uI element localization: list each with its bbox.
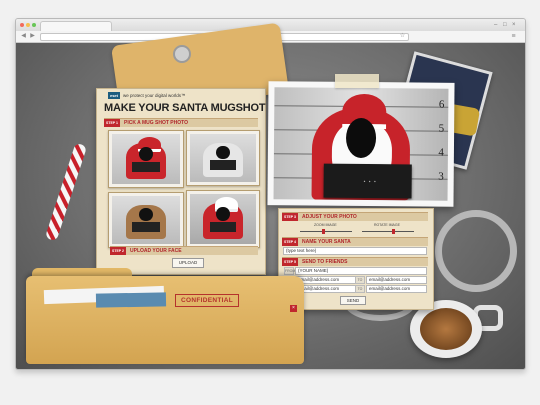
step-2-header: STEP 2 UPLOAD YOUR FACE [110, 246, 258, 255]
step-label: SEND TO FRIENDS [302, 259, 348, 265]
to-label: TO [355, 276, 365, 284]
folder-photo [95, 292, 167, 308]
face-placeholder[interactable] [345, 117, 377, 159]
step-label: NAME YOUR SANTA [302, 239, 351, 245]
zoom-slider[interactable] [300, 231, 352, 232]
step-5-header: STEP 5 SEND TO FRIENDS [282, 257, 428, 266]
mugshot-preview: 6 5 4 3 • • • [267, 81, 455, 207]
page-title: MAKE YOUR SANTA MUGSHOT [104, 102, 266, 114]
zoom-slider-knob[interactable] [322, 229, 326, 234]
step-number: STEP 5 [282, 258, 298, 266]
eset-logo[interactable]: eset [108, 92, 120, 99]
zoom-label: ZOOM IMAGE [314, 223, 337, 227]
star-icon[interactable]: ☆ [399, 33, 406, 40]
step-label: ADJUST YOUR PHOTO [302, 214, 357, 220]
close-button[interactable]: × [512, 21, 516, 29]
send-button[interactable]: SEND [340, 296, 366, 305]
maximize-button[interactable]: □ [503, 21, 507, 29]
close-window-dot[interactable] [20, 23, 24, 27]
rotate-slider-knob[interactable] [392, 229, 396, 234]
brand-bar: eset we protect your digital worlds™ [108, 92, 228, 101]
height-mark: 3 [438, 170, 444, 183]
brand-tagline: we protect your digital worlds™ [123, 93, 186, 98]
mugshot-option-3[interactable] [108, 192, 184, 248]
step-number: STEP 2 [110, 247, 126, 255]
upload-button[interactable]: UPLOAD [172, 258, 204, 268]
coffee [420, 308, 472, 350]
friend-email-1[interactable]: email@address.com [295, 276, 357, 284]
mugshot-option-2[interactable] [186, 130, 260, 186]
friend-email-3[interactable]: email@address.com [295, 285, 357, 293]
mugshot-option-4[interactable] [186, 190, 260, 248]
forward-icon[interactable]: ▶ [29, 33, 36, 40]
height-mark: 6 [438, 98, 445, 111]
height-mark: 5 [438, 122, 445, 135]
mugshot-image: 6 5 4 3 • • • [273, 87, 449, 201]
confidential-stamp: CONFIDENTIAL [175, 294, 239, 307]
maximize-window-dot[interactable] [32, 23, 36, 27]
friend-email-2[interactable]: email@address.com [366, 276, 427, 284]
step-1-header: STEP 1 PICK A MUG SHOT PHOTO [104, 118, 258, 127]
friend-email-4[interactable]: email@address.com [366, 285, 427, 293]
minimize-window-dot[interactable] [26, 23, 30, 27]
step-label: UPLOAD YOUR FACE [130, 248, 182, 254]
your-name-input[interactable]: (YOUR NAME) [295, 267, 427, 275]
step-number: STEP 4 [282, 238, 298, 246]
step-number: STEP 1 [104, 119, 120, 127]
step-4-header: STEP 4 NAME YOUR SANTA [282, 237, 428, 246]
rotate-slider[interactable] [362, 231, 414, 232]
santa-name-input[interactable]: (type text here) [283, 247, 427, 255]
to-label: TO [355, 285, 365, 293]
from-label: FROM [284, 267, 296, 275]
menu-icon[interactable]: ≡ [510, 33, 517, 40]
step-label: PICK A MUG SHOT PHOTO [124, 120, 188, 126]
close-icon[interactable]: × [290, 305, 297, 312]
tape-strip [335, 74, 379, 88]
mugshot-sign: • • • [323, 163, 412, 199]
handcuffs-icon [435, 210, 517, 292]
step-number: STEP 3 [282, 213, 298, 221]
height-mark: 4 [438, 146, 444, 159]
mugshot-option-1[interactable] [108, 130, 184, 188]
paper-clip-icon [173, 45, 191, 63]
minimize-button[interactable]: – [494, 21, 497, 29]
back-icon[interactable]: ◀ [20, 33, 27, 40]
step-3-header: STEP 3 ADJUST YOUR PHOTO [282, 212, 428, 221]
rotate-label: ROTATE IMAGE [374, 223, 400, 227]
